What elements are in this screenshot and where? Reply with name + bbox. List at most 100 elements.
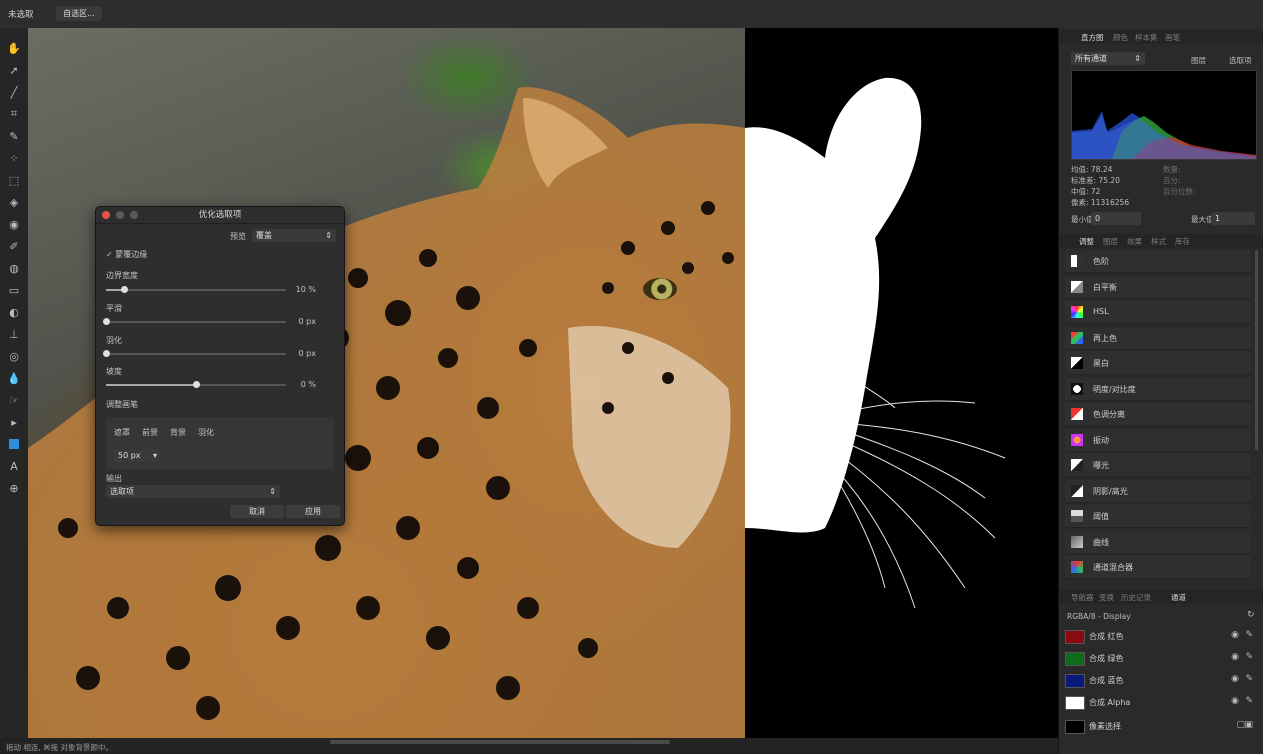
fill-tool-icon[interactable]: ◈ <box>5 194 23 210</box>
tab-color[interactable]: 颜色 <box>1113 32 1128 43</box>
adjustment-item[interactable]: 色调分离 <box>1065 403 1251 426</box>
cancel-button[interactable]: 取消 <box>230 505 284 518</box>
adjustment-item[interactable]: 通道混合器 <box>1065 556 1251 579</box>
pixel-selection-row[interactable]: 像素选择 ▢ ▣ <box>1065 716 1257 736</box>
brush-mode-matte[interactable]: 遮罩 <box>114 427 130 438</box>
clone-tool-icon[interactable]: ⊥ <box>5 326 23 342</box>
feather-slider[interactable] <box>103 350 286 357</box>
adjustment-item[interactable]: 色阶 <box>1065 250 1251 273</box>
channel-label: 合成 Alpha <box>1089 698 1131 707</box>
pencil-icon[interactable]: ✎ <box>1245 674 1253 684</box>
eraser-tool-icon[interactable]: ▭ <box>5 282 23 298</box>
adjustment-item[interactable]: 明度/对比度 <box>1065 377 1251 401</box>
smooth-slider[interactable] <box>103 318 286 325</box>
refresh-icon[interactable]: ↻ <box>1247 610 1255 620</box>
move-tool-icon[interactable]: ➚ <box>5 62 23 78</box>
max-input[interactable]: 1 <box>1211 212 1255 225</box>
tab-adjustments[interactable]: 调整 <box>1079 236 1094 247</box>
eye-icon[interactable]: ◉ <box>1231 652 1239 662</box>
selection-brush-icon[interactable]: ✎ <box>5 128 23 144</box>
minimize-button[interactable] <box>116 211 124 219</box>
eye-icon[interactable]: ◉ <box>1231 630 1239 640</box>
tab-transform[interactable]: 变换 <box>1099 592 1114 603</box>
brush-mode-foreground[interactable]: 前景 <box>142 427 158 438</box>
smooth-label: 平滑 <box>106 304 122 313</box>
channel-row[interactable]: 合成 绿色 ◉ ✎ <box>1065 648 1257 668</box>
tab-histogram[interactable]: 直方图 <box>1081 32 1104 43</box>
channel-swatch <box>1065 674 1085 688</box>
channel-row[interactable]: 合成 Alpha ◉ ✎ <box>1065 692 1257 712</box>
hand-tool-icon[interactable]: ✋ <box>5 40 23 56</box>
adjustment-item[interactable]: 曝光 <box>1065 454 1251 477</box>
tab-styles[interactable]: 样式 <box>1151 236 1166 247</box>
gradient-tool-icon[interactable]: ◉ <box>5 216 23 232</box>
tools-panel: ✋ ➚ ╱ ⌗ ✎ ⁘ ⬚ ◈ ◉ ✐ ◍ ▭ ◐ ⊥ ◎ 💧 ☞ ▸ A ⊕ <box>0 28 29 738</box>
adjustment-item[interactable]: HSL <box>1065 301 1251 324</box>
channel-select[interactable]: 所有通道 ⇕ <box>1071 52 1145 65</box>
apply-button[interactable]: 应用 <box>286 505 340 518</box>
channel-row[interactable]: 合成 红色 ◉ ✎ <box>1065 626 1257 646</box>
pencil-icon[interactable]: ✎ <box>1245 652 1253 662</box>
tab-layers[interactable]: 图层 <box>1103 236 1118 247</box>
flood-select-icon[interactable]: ⁘ <box>5 150 23 166</box>
adjustment-item[interactable]: 白平衡 <box>1065 275 1251 299</box>
marquee-tool-icon[interactable]: ⬚ <box>5 172 23 188</box>
border-width-slider[interactable] <box>106 286 286 293</box>
check-icon: ✓ <box>106 250 113 259</box>
adjustment-item[interactable]: 再上色 <box>1065 326 1251 350</box>
auto-select-button[interactable]: 自选区... <box>56 6 102 21</box>
adjustment-item[interactable]: 振动 <box>1065 428 1251 452</box>
brush-tool-icon[interactable]: ╱ <box>5 84 23 100</box>
brightness-contrast-icon <box>1071 382 1083 395</box>
canvas-horizontal-scrollbar[interactable] <box>330 740 670 744</box>
close-button[interactable] <box>102 211 110 219</box>
zoom-button[interactable] <box>130 211 138 219</box>
pencil-icon[interactable]: ✎ <box>1245 630 1253 640</box>
min-input[interactable]: 0 <box>1091 212 1141 225</box>
crop-tool-icon[interactable]: ⌗ <box>5 106 23 122</box>
adjustment-scrollbar[interactable] <box>1255 250 1258 450</box>
adjustment-item[interactable]: 阴影/高光 <box>1065 479 1251 503</box>
eye-icon[interactable]: ◉ <box>1231 674 1239 684</box>
paint-brush-icon[interactable]: ✐ <box>5 238 23 254</box>
brush-mode-background[interactable]: 背景 <box>170 427 186 438</box>
tab-effects[interactable]: 效果 <box>1127 236 1142 247</box>
slider-knob[interactable] <box>103 318 110 325</box>
brush-size-select[interactable]: 50 px ▾ <box>114 449 160 462</box>
pencil-icon[interactable]: ✎ <box>1245 696 1253 706</box>
tab-history[interactable]: 历史记录 <box>1121 592 1151 603</box>
tab-stock[interactable]: 库存 <box>1175 236 1190 247</box>
zoom-tool-icon[interactable]: ⊕ <box>5 480 23 496</box>
brush-mode-feather[interactable]: 羽化 <box>198 427 214 438</box>
tab-swatches[interactable]: 样本集 <box>1135 32 1158 43</box>
adjustment-item[interactable]: 黑白 <box>1065 352 1251 375</box>
slider-knob[interactable] <box>193 381 200 388</box>
slider-knob[interactable] <box>121 286 128 293</box>
preview-select[interactable]: 覆盖 ⇕ <box>252 229 336 242</box>
pen-tool-icon[interactable]: ▸ <box>5 414 23 430</box>
blur-tool-icon[interactable]: 💧 <box>5 370 23 386</box>
adjustment-item[interactable]: 阈值 <box>1065 505 1251 528</box>
text-tool-icon[interactable]: A <box>5 458 23 474</box>
ramp-slider[interactable] <box>106 381 286 388</box>
adjustment-item[interactable]: 曲线 <box>1065 530 1251 554</box>
channel-row[interactable]: 合成 蓝色 ◉ ✎ <box>1065 670 1257 690</box>
posterize-icon <box>1071 408 1083 420</box>
output-select[interactable]: 选取项 ⇕ <box>106 485 280 498</box>
color-replace-icon[interactable]: ◍ <box>5 260 23 276</box>
shape-tool-icon[interactable] <box>5 436 23 452</box>
tab-channels[interactable]: 通道 <box>1171 592 1186 603</box>
matte-edges-checkbox[interactable]: ✓ 蒙覆边缘 <box>106 249 147 260</box>
square-dot-icon[interactable]: ▣ <box>1244 720 1253 730</box>
layer-toggle[interactable]: 图层 <box>1191 55 1206 66</box>
smudge-tool-icon[interactable]: ☞ <box>5 392 23 408</box>
chevron-updown-icon: ⇕ <box>325 231 332 240</box>
selection-toggle[interactable]: 选取项 <box>1229 55 1252 66</box>
vibrance-icon <box>1071 433 1083 446</box>
tab-navigator[interactable]: 导航器 <box>1071 592 1094 603</box>
dodge-tool-icon[interactable]: ◐ <box>5 304 23 320</box>
eye-icon[interactable]: ◉ <box>1231 696 1239 706</box>
slider-knob[interactable] <box>103 350 110 357</box>
tab-brushes[interactable]: 画笔 <box>1165 32 1180 43</box>
healing-tool-icon[interactable]: ◎ <box>5 348 23 364</box>
